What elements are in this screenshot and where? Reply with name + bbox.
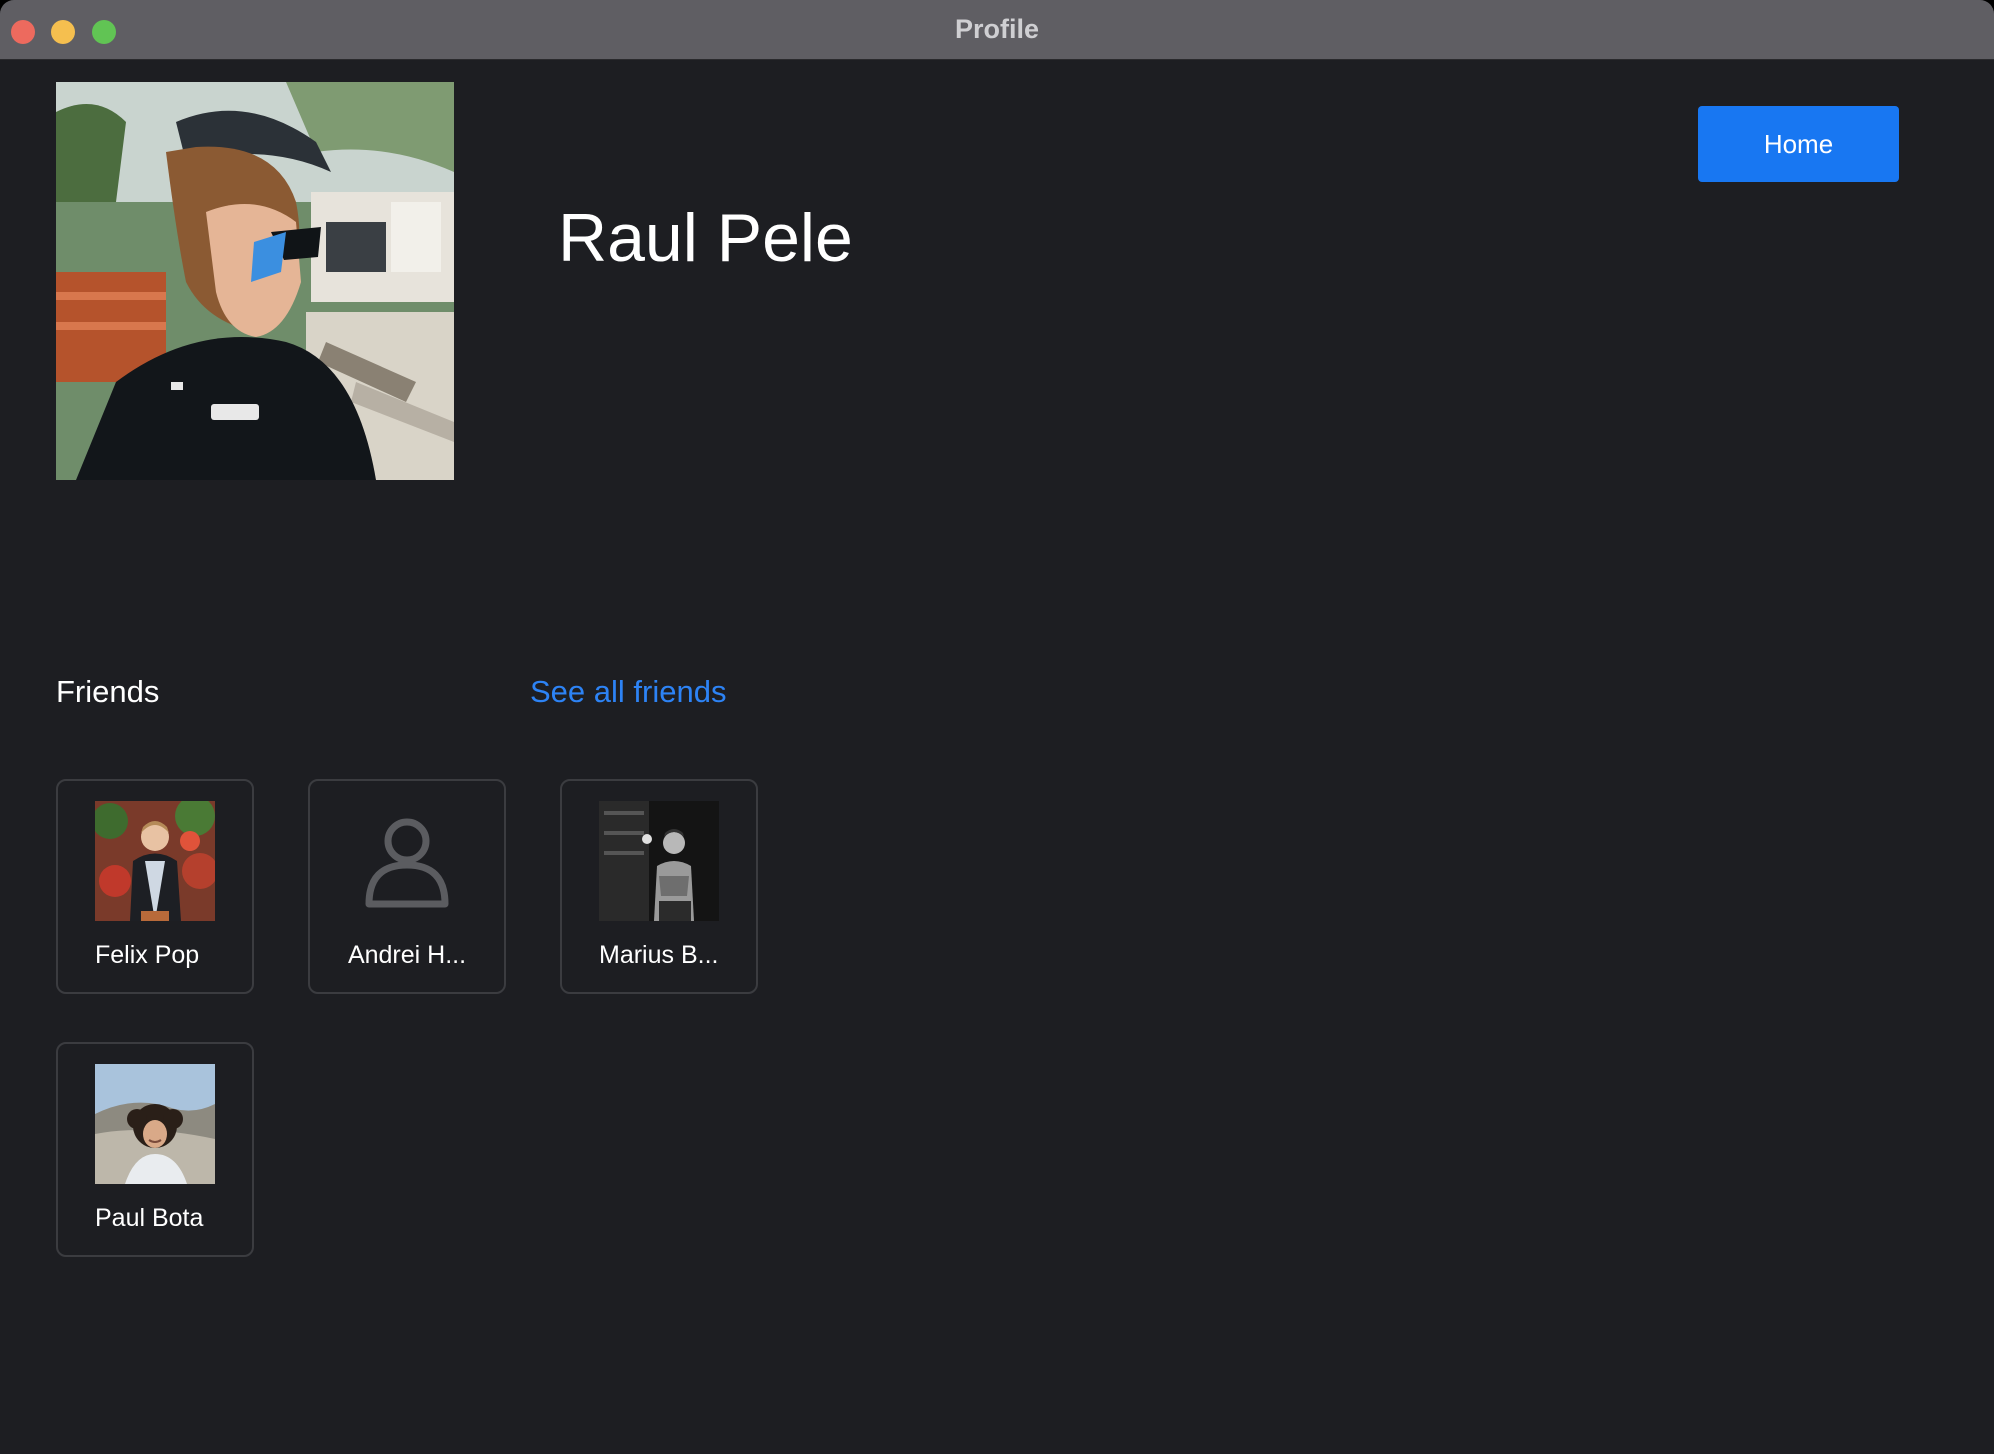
friend-card-felix-pop[interactable]: Felix Pop [56,779,254,994]
window-title: Profile [954,14,1040,44]
friend-photo [95,1064,215,1184]
person-placeholder-icon [347,801,467,921]
see-all-friends-link[interactable]: See all friends [530,676,726,707]
friend-name: Paul Bota [95,1204,204,1232]
profile-window: Profile Raul Pele Home Friends See all f… [0,0,1994,1454]
home-button[interactable]: Home [1698,106,1899,182]
friend-card-marius[interactable]: Marius B... [560,779,758,994]
friend-photo [95,801,215,921]
friend-card-paul-bota[interactable]: Paul Bota [56,1042,254,1257]
friend-photo [599,801,719,921]
profile-photo [56,82,454,480]
friends-heading: Friends [56,674,160,709]
friend-name: Marius B... [599,941,719,969]
friend-name: Andrei H... [347,941,467,969]
friend-name: Felix Pop [95,941,200,969]
profile-name: Raul Pele [558,200,853,276]
friend-card-andrei[interactable]: Andrei H... [308,779,506,994]
title-bar: Profile [0,0,1994,60]
